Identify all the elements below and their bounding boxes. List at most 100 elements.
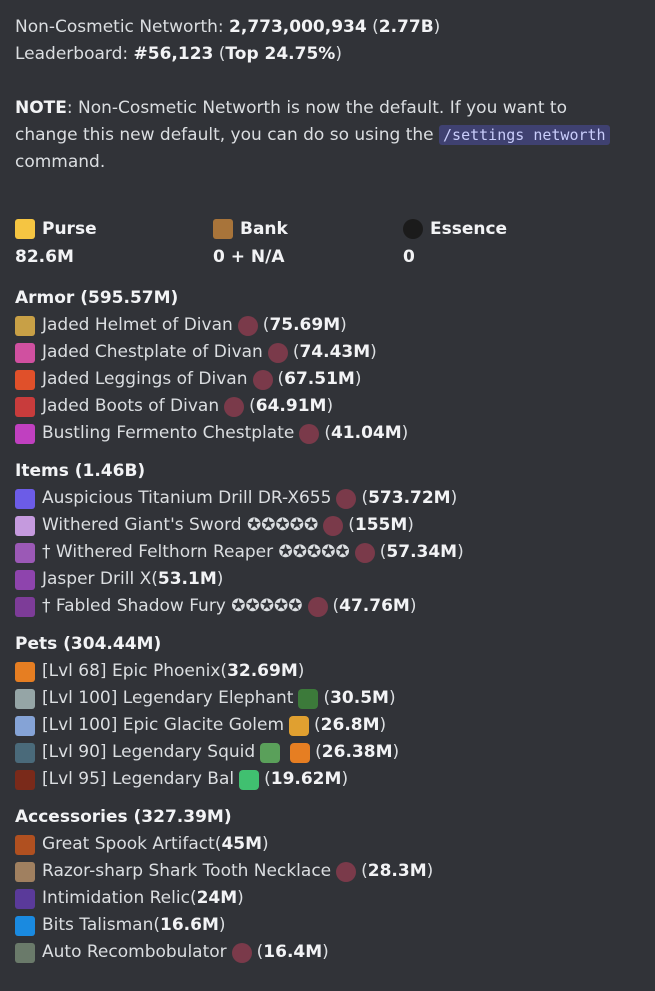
leaf-icon: [298, 688, 319, 709]
item-value: 64.91M: [255, 396, 327, 416]
list-item: Jaded Chestplate of Divan (74.43M): [15, 339, 655, 366]
item-value-wrap: (64.91M): [249, 396, 334, 416]
networth-short: 2.77B: [378, 17, 434, 37]
recombobulator-icon: [15, 942, 35, 963]
item-value: 24M: [196, 888, 238, 908]
gemstone-icon: [354, 542, 375, 563]
gemstone-icon: [307, 596, 328, 617]
stats-row: Purse 82.6M Bank 0 + N/A Essence 0: [15, 214, 655, 274]
item-name: Great Spook Artifact: [42, 834, 215, 854]
section-armor: Armor (595.57M) Jaded Helmet of Divan (75.…: [15, 284, 655, 447]
list-item: Intimidation Relic (24M): [15, 885, 655, 912]
item-value-wrap: (16.6M): [153, 915, 226, 935]
networth-line: Non-Cosmetic Networth: 2,773,000,934 (2.…: [15, 17, 441, 37]
stat-label: Bank: [240, 218, 288, 239]
helmet-icon: [15, 315, 35, 336]
item-name: Withered Giant's Sword ✪✪✪✪✪: [42, 515, 319, 535]
chestplate-icon: [15, 342, 35, 363]
item-value: 74.43M: [299, 342, 371, 362]
item-value-wrap: (24M): [189, 888, 244, 908]
item-name: Auspicious Titanium Drill DR-X655: [42, 488, 332, 508]
item-name: Jaded Helmet of Divan: [42, 315, 233, 335]
golem-icon: [15, 715, 35, 736]
list-item: Bustling Fermento Chestplate (41.04M): [15, 420, 655, 447]
item-name: Bits Talisman: [42, 915, 154, 935]
settings-command[interactable]: /settings networth: [439, 125, 610, 145]
list-item: Withered Giant's Sword ✪✪✪✪✪ (155M): [15, 512, 655, 539]
item-name: [Lvl 100] Epic Glacite Golem: [42, 715, 285, 735]
stat-label: Essence: [430, 218, 508, 239]
gemstone-icon: [237, 315, 258, 336]
item-value-wrap: (30.5M): [323, 688, 396, 708]
item-value: 16.4M: [263, 942, 323, 962]
jasper-drill-icon: [15, 569, 35, 590]
list-item: Jaded Leggings of Divan (67.51M): [15, 366, 655, 393]
drill-icon: [15, 488, 35, 509]
gemstone-icon: [336, 861, 357, 882]
stat-value: 82.6M: [15, 247, 74, 267]
item-value-wrap: (41.04M): [324, 423, 409, 443]
item-value: 28.3M: [367, 861, 427, 881]
item-name: [Lvl 90] Legendary Squid: [42, 742, 256, 762]
fermento-chestplate-icon: [15, 423, 35, 444]
item-name: Jaded Boots of Divan: [42, 396, 220, 416]
gemstone-icon: [336, 488, 357, 509]
list-item: [Lvl 68] Epic Phoenix (32.69M): [15, 658, 655, 685]
note-paragraph: NOTE: Non-Cosmetic Networth is now the d…: [15, 95, 625, 176]
gemstone-icon: [231, 942, 252, 963]
item-value-wrap: (32.69M): [220, 661, 305, 681]
list-item: Razor-sharp Shark Tooth Necklace (28.3M): [15, 858, 655, 885]
item-value-wrap: (28.3M): [361, 861, 434, 881]
list-item: Auto Recombobulator (16.4M): [15, 939, 655, 966]
item-value: 67.51M: [284, 369, 355, 389]
squid-icon: [15, 742, 35, 763]
stat-header: Purse: [15, 214, 213, 244]
item-value-wrap: (26.8M): [314, 715, 387, 735]
elephant-icon: [15, 688, 35, 709]
item-value: 75.69M: [269, 315, 341, 335]
stat-label: Purse: [42, 218, 97, 239]
necklace-icon: [15, 861, 35, 882]
item-value: 155M: [354, 515, 408, 535]
gemstone-icon: [299, 423, 320, 444]
clover-icon: [239, 769, 260, 790]
item-value: 573.72M: [368, 488, 451, 508]
zombie-icon: [260, 742, 281, 763]
item-name: Jaded Chestplate of Divan: [42, 342, 263, 362]
gold-ingot-icon: [15, 219, 35, 239]
list-item: [Lvl 100] Epic Glacite Golem (26.8M): [15, 712, 655, 739]
leaderboard-rank: #56,123: [133, 44, 214, 64]
section-pets: Pets (304.44M) [Lvl 68] Epic Phoenix (32.…: [15, 630, 655, 793]
item-value: 16.6M: [160, 915, 219, 935]
item-value-wrap: (67.51M): [277, 369, 362, 389]
stat-purse: Purse 82.6M: [15, 214, 213, 274]
leaderboard-top: Top 24.75%: [225, 44, 336, 64]
chest-icon: [213, 219, 233, 239]
essence-icon: [403, 219, 423, 239]
bal-icon: [15, 769, 35, 790]
section-title: Accessories (327.39M): [15, 807, 232, 827]
item-name: Bustling Fermento Chestplate: [42, 423, 295, 443]
item-name: [Lvl 100] Legendary Elephant: [42, 688, 294, 708]
item-name: [Lvl 68] Epic Phoenix: [42, 661, 221, 681]
list-item: Jaded Helmet of Divan (75.69M): [15, 312, 655, 339]
gemstone-icon: [323, 515, 344, 536]
item-value: 19.62M: [270, 769, 342, 789]
list-item: Jasper Drill X (53.1M): [15, 566, 655, 593]
note-label: NOTE: [15, 98, 67, 118]
networth-value: 2,773,000,934: [229, 17, 367, 37]
item-value: 41.04M: [330, 423, 402, 443]
item-name: Razor-sharp Shark Tooth Necklace: [42, 861, 332, 881]
gemstone-icon: [252, 369, 273, 390]
item-value-wrap: (47.76M): [332, 596, 417, 616]
spook-icon: [15, 834, 35, 855]
section-title: Pets (304.44M): [15, 634, 162, 654]
item-value: 26.8M: [320, 715, 380, 735]
stat-value: 0 + N/A: [213, 247, 285, 267]
item-name: Auto Recombobulator: [42, 942, 227, 962]
phoenix-icon: [15, 661, 35, 682]
stat-header: Bank: [213, 214, 403, 244]
item-value-wrap: (74.43M): [292, 342, 377, 362]
item-value-wrap: (53.1M): [151, 569, 224, 589]
shadow-fury-icon: [15, 596, 35, 617]
